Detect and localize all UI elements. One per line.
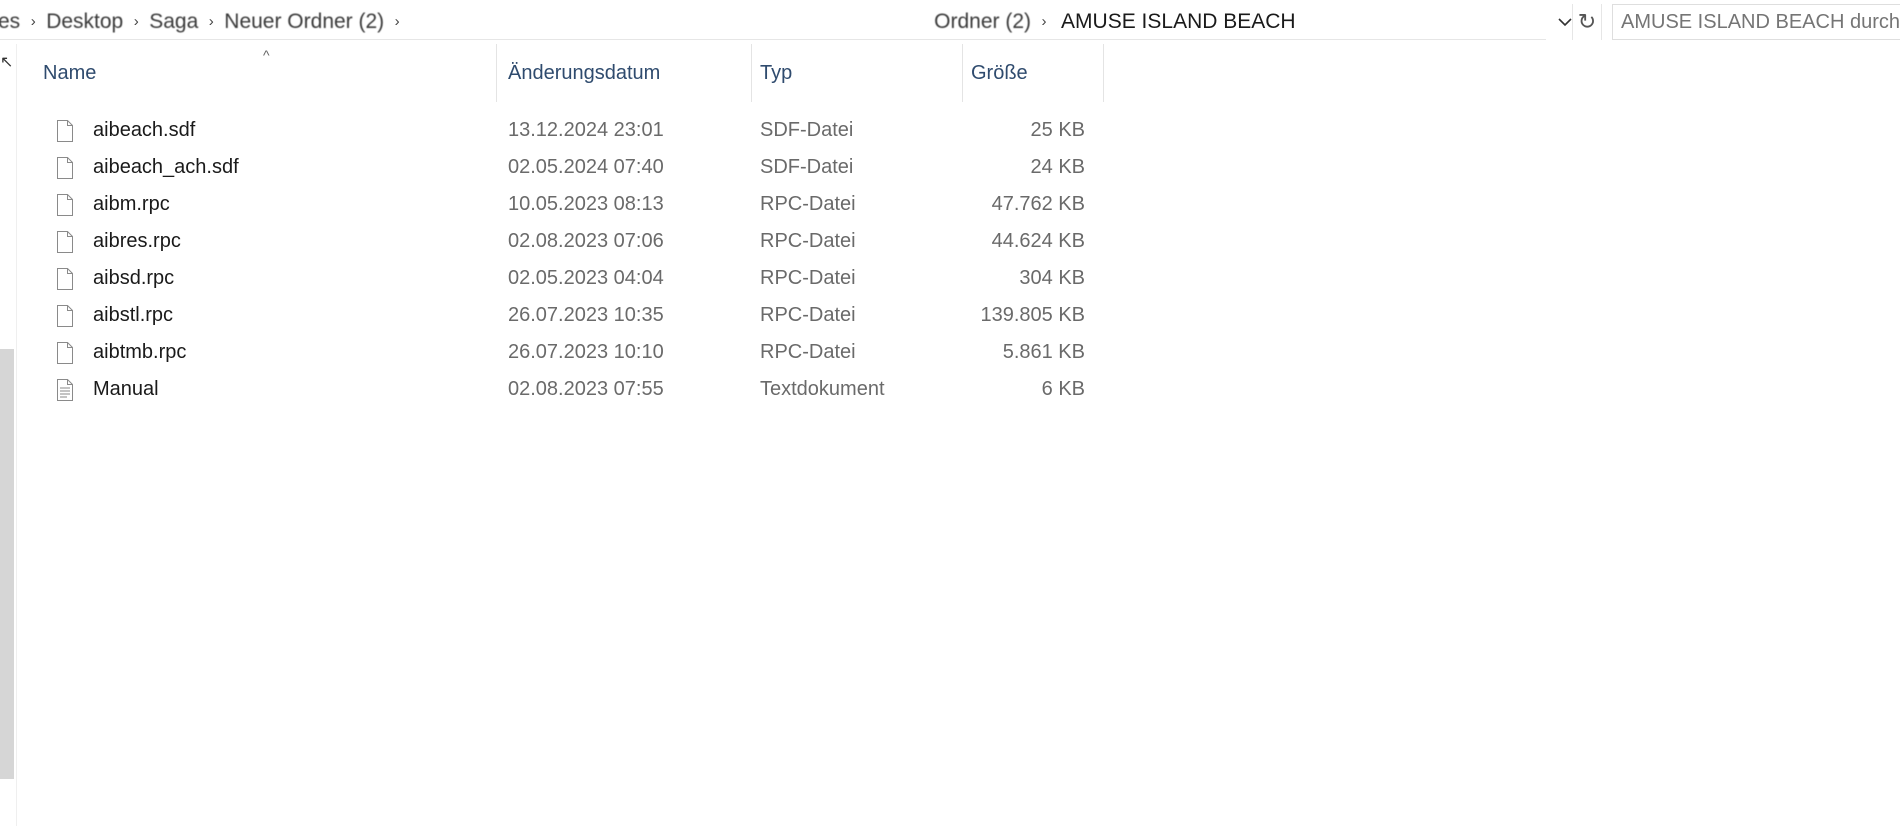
file-date: 02.08.2023 07:55 — [508, 378, 664, 400]
file-size: 24 KB — [1030, 156, 1085, 178]
file-row[interactable]: aibeach_ach.sdf 02.05.2024 07:40 SDF-Datei… — [43, 149, 1143, 186]
file-name-cell[interactable]: aibtmb.rpc — [43, 334, 493, 371]
file-name: aibstl.rpc — [93, 304, 174, 326]
blank-file-icon — [55, 230, 75, 254]
file-rows: aibeach.sdf 13.12.2024 23:01 SDF-Datei 25 K… — [43, 102, 1143, 408]
blank-file-icon — [55, 156, 75, 180]
file-name: aibsd.rpc — [93, 267, 175, 289]
file-name-cell[interactable]: aibeach_ach.sdf — [43, 149, 493, 186]
file-type: SDF-Datei — [760, 119, 854, 141]
file-date: 02.05.2024 07:40 — [508, 156, 664, 178]
breadcrumb: es › Desktop › Saga › Neuer Ordner (2) ›… — [0, 10, 1298, 34]
file-date: 02.08.2023 07:06 — [508, 230, 664, 252]
breadcrumb-separator-icon: › — [208, 13, 214, 30]
navigation-pane-edge: ↖ — [0, 44, 17, 826]
file-name-cell[interactable]: Manual — [43, 371, 493, 408]
file-name: aibres.rpc — [93, 230, 181, 252]
breadcrumb-item[interactable]: Desktop — [44, 10, 125, 34]
file-name-cell[interactable]: aibstl.rpc — [43, 297, 493, 334]
file-row[interactable]: aibeach.sdf 13.12.2024 23:01 SDF-Datei 25 K… — [43, 112, 1143, 149]
file-name-cell[interactable]: aibm.rpc — [43, 186, 493, 223]
file-size: 47.762 KB — [991, 193, 1085, 215]
blank-file-icon — [55, 304, 75, 328]
file-name-cell[interactable]: aibres.rpc — [43, 223, 493, 260]
file-type: RPC-Datei — [760, 304, 856, 326]
scrollbar-thumb[interactable] — [0, 349, 14, 779]
file-row[interactable]: aibstl.rpc 26.07.2023 10:35 RPC-Datei 139.8… — [43, 297, 1143, 334]
file-type: SDF-Datei — [760, 156, 854, 178]
text-document-icon — [55, 378, 75, 402]
breadcrumb-item[interactable]: es — [0, 10, 22, 34]
address-bar-area: es › Desktop › Saga › Neuer Ordner (2) ›… — [0, 0, 1900, 44]
file-row[interactable]: aibm.rpc 10.05.2023 08:13 RPC-Datei 47.762 … — [43, 186, 1143, 223]
breadcrumb-separator-icon: › — [1041, 13, 1047, 30]
file-type: RPC-Datei — [760, 267, 856, 289]
file-type: RPC-Datei — [760, 341, 856, 363]
file-date: 26.07.2023 10:35 — [508, 304, 664, 326]
file-date: 02.05.2023 04:04 — [508, 267, 664, 289]
file-row[interactable]: aibres.rpc 02.08.2023 07:06 RPC-Datei 44.62… — [43, 223, 1143, 260]
file-row[interactable]: aibtmb.rpc 26.07.2023 10:10 RPC-Datei 5.861… — [43, 334, 1143, 371]
file-name-cell[interactable]: aibsd.rpc — [43, 260, 493, 297]
chevron-down-icon — [1558, 18, 1572, 27]
breadcrumb-item[interactable]: Neuer Ordner (2) — [222, 10, 386, 34]
file-size: 6 KB — [1041, 378, 1085, 400]
file-type: RPC-Datei — [760, 230, 856, 252]
blank-file-icon — [55, 267, 75, 291]
column-header-date-label: Änderungsdatum — [508, 61, 661, 84]
breadcrumb-current-folder[interactable]: AMUSE ISLAND BEACH — [1059, 10, 1298, 34]
file-size: 304 KB — [1019, 267, 1085, 289]
column-header-name[interactable]: Name — [43, 44, 497, 102]
file-type: Textdokument — [760, 378, 885, 400]
breadcrumb-separator-icon: › — [394, 13, 400, 30]
file-size: 44.624 KB — [991, 230, 1085, 252]
file-size: 139.805 KB — [980, 304, 1085, 326]
file-name: aibm.rpc — [93, 193, 170, 215]
file-name: Manual — [93, 378, 159, 400]
column-header-type-label: Typ — [760, 61, 793, 84]
breadcrumb-item[interactable]: Saga — [147, 10, 200, 34]
breadcrumb-separator-icon: › — [133, 13, 139, 30]
file-row[interactable]: Manual 02.08.2023 07:55 Textdokument 6 KB — [43, 371, 1143, 408]
address-bar[interactable]: es › Desktop › Saga › Neuer Ordner (2) ›… — [0, 4, 1546, 40]
file-date: 13.12.2024 23:01 — [508, 119, 664, 141]
breadcrumb-separator-icon: › — [30, 13, 36, 30]
search-box[interactable] — [1612, 4, 1900, 40]
file-name: aibeach_ach.sdf — [93, 156, 239, 178]
column-header-row: ^ Name Änderungsdatum Typ Größe — [43, 44, 1143, 102]
column-header-date[interactable]: Änderungsdatum — [497, 44, 752, 102]
breadcrumb-item[interactable]: Ordner (2) — [932, 10, 1033, 34]
file-date: 10.05.2023 08:13 — [508, 193, 664, 215]
blank-file-icon — [55, 119, 75, 143]
blank-file-icon — [55, 193, 75, 217]
refresh-button[interactable]: ↻ — [1572, 4, 1602, 40]
file-name-cell[interactable]: aibeach.sdf — [43, 112, 493, 149]
nav-pane-arrow-icon[interactable]: ↖ — [0, 52, 13, 72]
file-size: 25 KB — [1030, 119, 1085, 141]
file-type: RPC-Datei — [760, 193, 856, 215]
file-name: aibtmb.rpc — [93, 341, 187, 363]
blank-file-icon — [55, 341, 75, 365]
file-date: 26.07.2023 10:10 — [508, 341, 664, 363]
file-list: ^ Name Änderungsdatum Typ Größe aibeach.… — [43, 44, 1143, 408]
column-header-size[interactable]: Größe — [963, 44, 1104, 102]
file-size: 5.861 KB — [1002, 341, 1085, 363]
file-row[interactable]: aibsd.rpc 02.05.2023 04:04 RPC-Datei 304 KB — [43, 260, 1143, 297]
search-input[interactable] — [1619, 9, 1900, 35]
column-header-name-label: Name — [43, 61, 97, 84]
file-explorer-window: es › Desktop › Saga › Neuer Ordner (2) ›… — [0, 0, 1900, 826]
column-header-size-label: Größe — [971, 61, 1028, 84]
column-header-type[interactable]: Typ — [752, 44, 963, 102]
refresh-icon: ↻ — [1577, 9, 1597, 34]
file-name: aibeach.sdf — [93, 119, 196, 141]
